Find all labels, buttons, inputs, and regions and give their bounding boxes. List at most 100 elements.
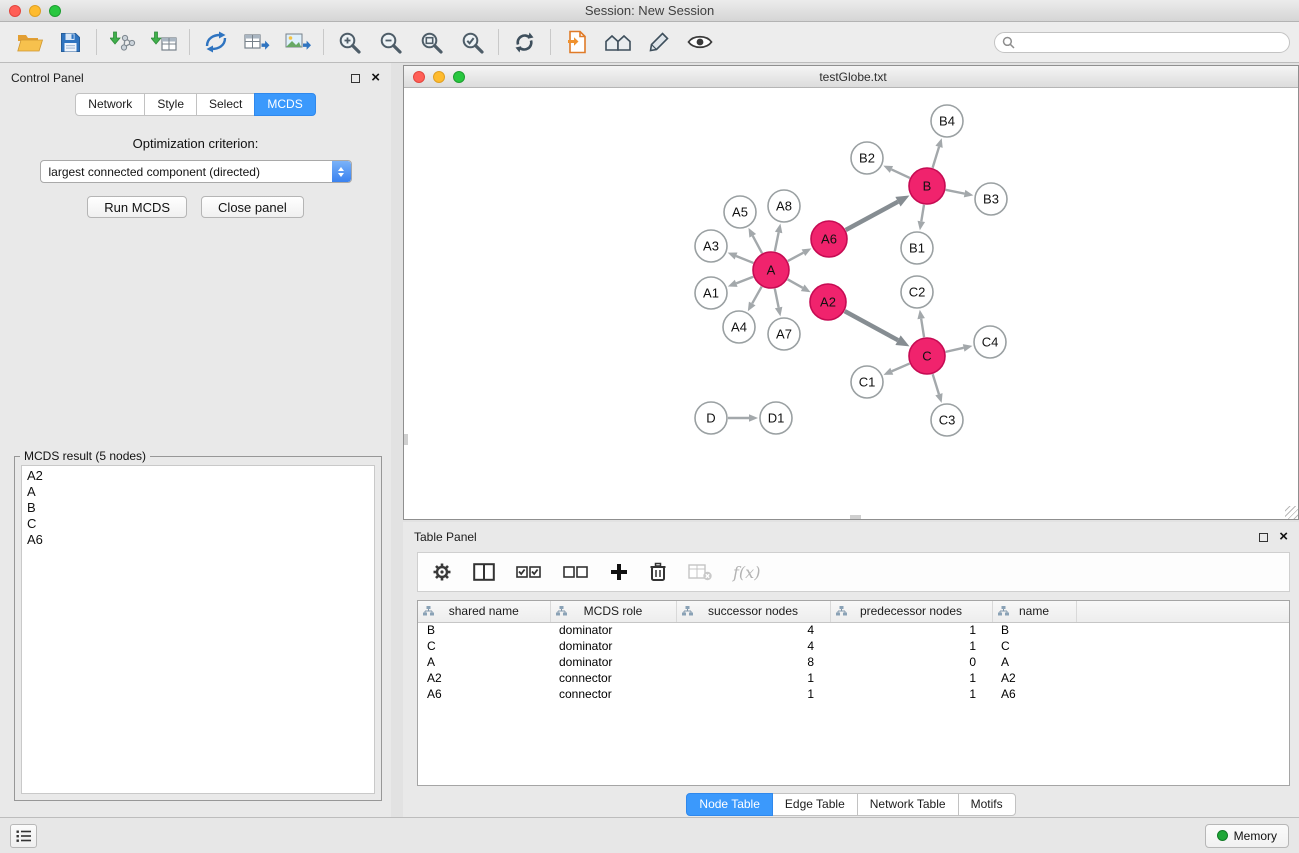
- float-panel-icon[interactable]: [351, 74, 360, 83]
- tab-mcds[interactable]: MCDS: [254, 93, 315, 116]
- table-cell[interactable]: connector: [550, 686, 676, 702]
- graph-edge-A-A4[interactable]: [752, 287, 761, 304]
- table-cell[interactable]: A2: [418, 670, 550, 686]
- graph-node-C3[interactable]: C3: [931, 404, 963, 436]
- open-session-button[interactable]: [9, 25, 50, 59]
- graph-edge-C-C2[interactable]: [921, 319, 924, 338]
- graph-node-A6[interactable]: A6: [811, 221, 847, 257]
- table-row[interactable]: Cdominator41C: [418, 638, 1289, 654]
- table-cell[interactable]: 0: [830, 654, 992, 670]
- table-cell[interactable]: C: [992, 638, 1076, 654]
- graph-node-B3[interactable]: B3: [975, 183, 1007, 215]
- search-field[interactable]: [994, 32, 1290, 53]
- home-button[interactable]: [597, 25, 638, 59]
- graph-node-C[interactable]: C: [909, 338, 945, 374]
- graph-edge-A2-C[interactable]: [845, 311, 898, 340]
- table-cell[interactable]: B: [418, 622, 550, 638]
- export-image-button[interactable]: [277, 25, 318, 59]
- function-builder-button[interactable]: f(x): [733, 563, 760, 582]
- graph-node-A[interactable]: A: [753, 252, 789, 288]
- graph-edge-A-A6[interactable]: [788, 253, 804, 261]
- graph-node-D[interactable]: D: [695, 402, 727, 434]
- network-canvas[interactable]: B4B2BB3A5A8A6B1A3AC2A1A2A4A7C4CC1C3DD1: [404, 88, 1298, 519]
- graph-node-A3[interactable]: A3: [695, 230, 727, 262]
- table-cell[interactable]: 1: [830, 670, 992, 686]
- mcds-result-item[interactable]: A2: [22, 468, 374, 484]
- mcds-result-list[interactable]: A2ABCA6: [21, 465, 375, 794]
- graph-edge-B-B4[interactable]: [933, 147, 939, 168]
- graph-node-A5[interactable]: A5: [724, 196, 756, 228]
- network-close-button[interactable]: [413, 71, 425, 83]
- zoom-out-button[interactable]: [370, 25, 411, 59]
- tab-network[interactable]: Network: [75, 93, 145, 116]
- export-network-button[interactable]: [195, 25, 236, 59]
- mcds-result-item[interactable]: A6: [22, 532, 374, 548]
- table-cell[interactable]: 1: [830, 622, 992, 638]
- table-cell[interactable]: 1: [830, 686, 992, 702]
- select-all-button[interactable]: [516, 565, 542, 579]
- column-header-name[interactable]: name: [992, 601, 1076, 622]
- table-cell[interactable]: 1: [676, 686, 830, 702]
- graph-edge-A-A1[interactable]: [736, 277, 753, 284]
- tab-node-table[interactable]: Node Table: [686, 793, 773, 816]
- mcds-result-item[interactable]: C: [22, 516, 374, 532]
- graph-edge-B-B1[interactable]: [921, 205, 924, 222]
- criterion-dropdown[interactable]: largest connected component (directed): [40, 160, 352, 183]
- search-input[interactable]: [1019, 35, 1282, 49]
- graph-node-B4[interactable]: B4: [931, 105, 963, 137]
- column-header-predecessor-nodes[interactable]: predecessor nodes: [830, 601, 992, 622]
- brush-button[interactable]: [638, 25, 679, 59]
- network-minimize-button[interactable]: [433, 71, 445, 83]
- mcds-result-item[interactable]: B: [22, 500, 374, 516]
- table-cell[interactable]: dominator: [550, 638, 676, 654]
- delete-column-button[interactable]: [649, 562, 667, 582]
- graph-node-A7[interactable]: A7: [768, 318, 800, 350]
- graph-edge-C-C4[interactable]: [946, 348, 964, 352]
- network-graph[interactable]: B4B2BB3A5A8A6B1A3AC2A1A2A4A7C4CC1C3DD1: [404, 88, 1298, 519]
- graph-edge-A-A8[interactable]: [775, 232, 779, 251]
- tab-network-table[interactable]: Network Table: [857, 793, 959, 816]
- zoom-fit-button[interactable]: [411, 25, 452, 59]
- table-cell[interactable]: dominator: [550, 654, 676, 670]
- table-cell[interactable]: A: [992, 654, 1076, 670]
- column-header-shared-name[interactable]: shared name: [418, 601, 550, 622]
- graph-node-B1[interactable]: B1: [901, 232, 933, 264]
- graph-edge-B-B3[interactable]: [946, 190, 965, 194]
- table-cell[interactable]: C: [418, 638, 550, 654]
- tab-style[interactable]: Style: [144, 93, 197, 116]
- column-header-MCDS-role[interactable]: MCDS role: [550, 601, 676, 622]
- network-window-titlebar[interactable]: testGlobe.txt: [404, 66, 1298, 88]
- clear-selection-button[interactable]: [563, 565, 589, 579]
- erase-table-button[interactable]: [688, 563, 712, 581]
- graph-node-A8[interactable]: A8: [768, 190, 800, 222]
- table-cell[interactable]: B: [992, 622, 1076, 638]
- import-table-button[interactable]: [143, 25, 184, 59]
- minimize-window-button[interactable]: [29, 5, 41, 17]
- graph-edge-A-A5[interactable]: [753, 236, 762, 253]
- memory-button[interactable]: Memory: [1205, 824, 1289, 848]
- graph-edge-C-C3[interactable]: [933, 374, 939, 394]
- graph-node-A2[interactable]: A2: [810, 284, 846, 320]
- graph-node-C1[interactable]: C1: [851, 366, 883, 398]
- graph-node-C4[interactable]: C4: [974, 326, 1006, 358]
- close-panel-icon[interactable]: ×: [371, 73, 380, 83]
- graph-edge-A-A2[interactable]: [788, 279, 803, 288]
- tab-select[interactable]: Select: [196, 93, 255, 116]
- graph-edge-C-C1[interactable]: [892, 364, 910, 372]
- export-table-button[interactable]: [236, 25, 277, 59]
- graph-node-B[interactable]: B: [909, 168, 945, 204]
- zoom-window-button[interactable]: [49, 5, 61, 17]
- graph-edge-B-B2[interactable]: [891, 169, 909, 178]
- document-button[interactable]: [556, 25, 597, 59]
- table-cell[interactable]: connector: [550, 670, 676, 686]
- table-cell[interactable]: dominator: [550, 622, 676, 638]
- resize-grip[interactable]: [1285, 506, 1298, 519]
- add-column-button[interactable]: [610, 563, 628, 581]
- table-row[interactable]: Adominator80A: [418, 654, 1289, 670]
- close-panel-button[interactable]: Close panel: [201, 196, 304, 218]
- import-network-button[interactable]: [102, 25, 143, 59]
- table-cell[interactable]: 1: [676, 670, 830, 686]
- graph-node-A4[interactable]: A4: [723, 311, 755, 343]
- zoom-selected-button[interactable]: [452, 25, 493, 59]
- table-cell[interactable]: A2: [992, 670, 1076, 686]
